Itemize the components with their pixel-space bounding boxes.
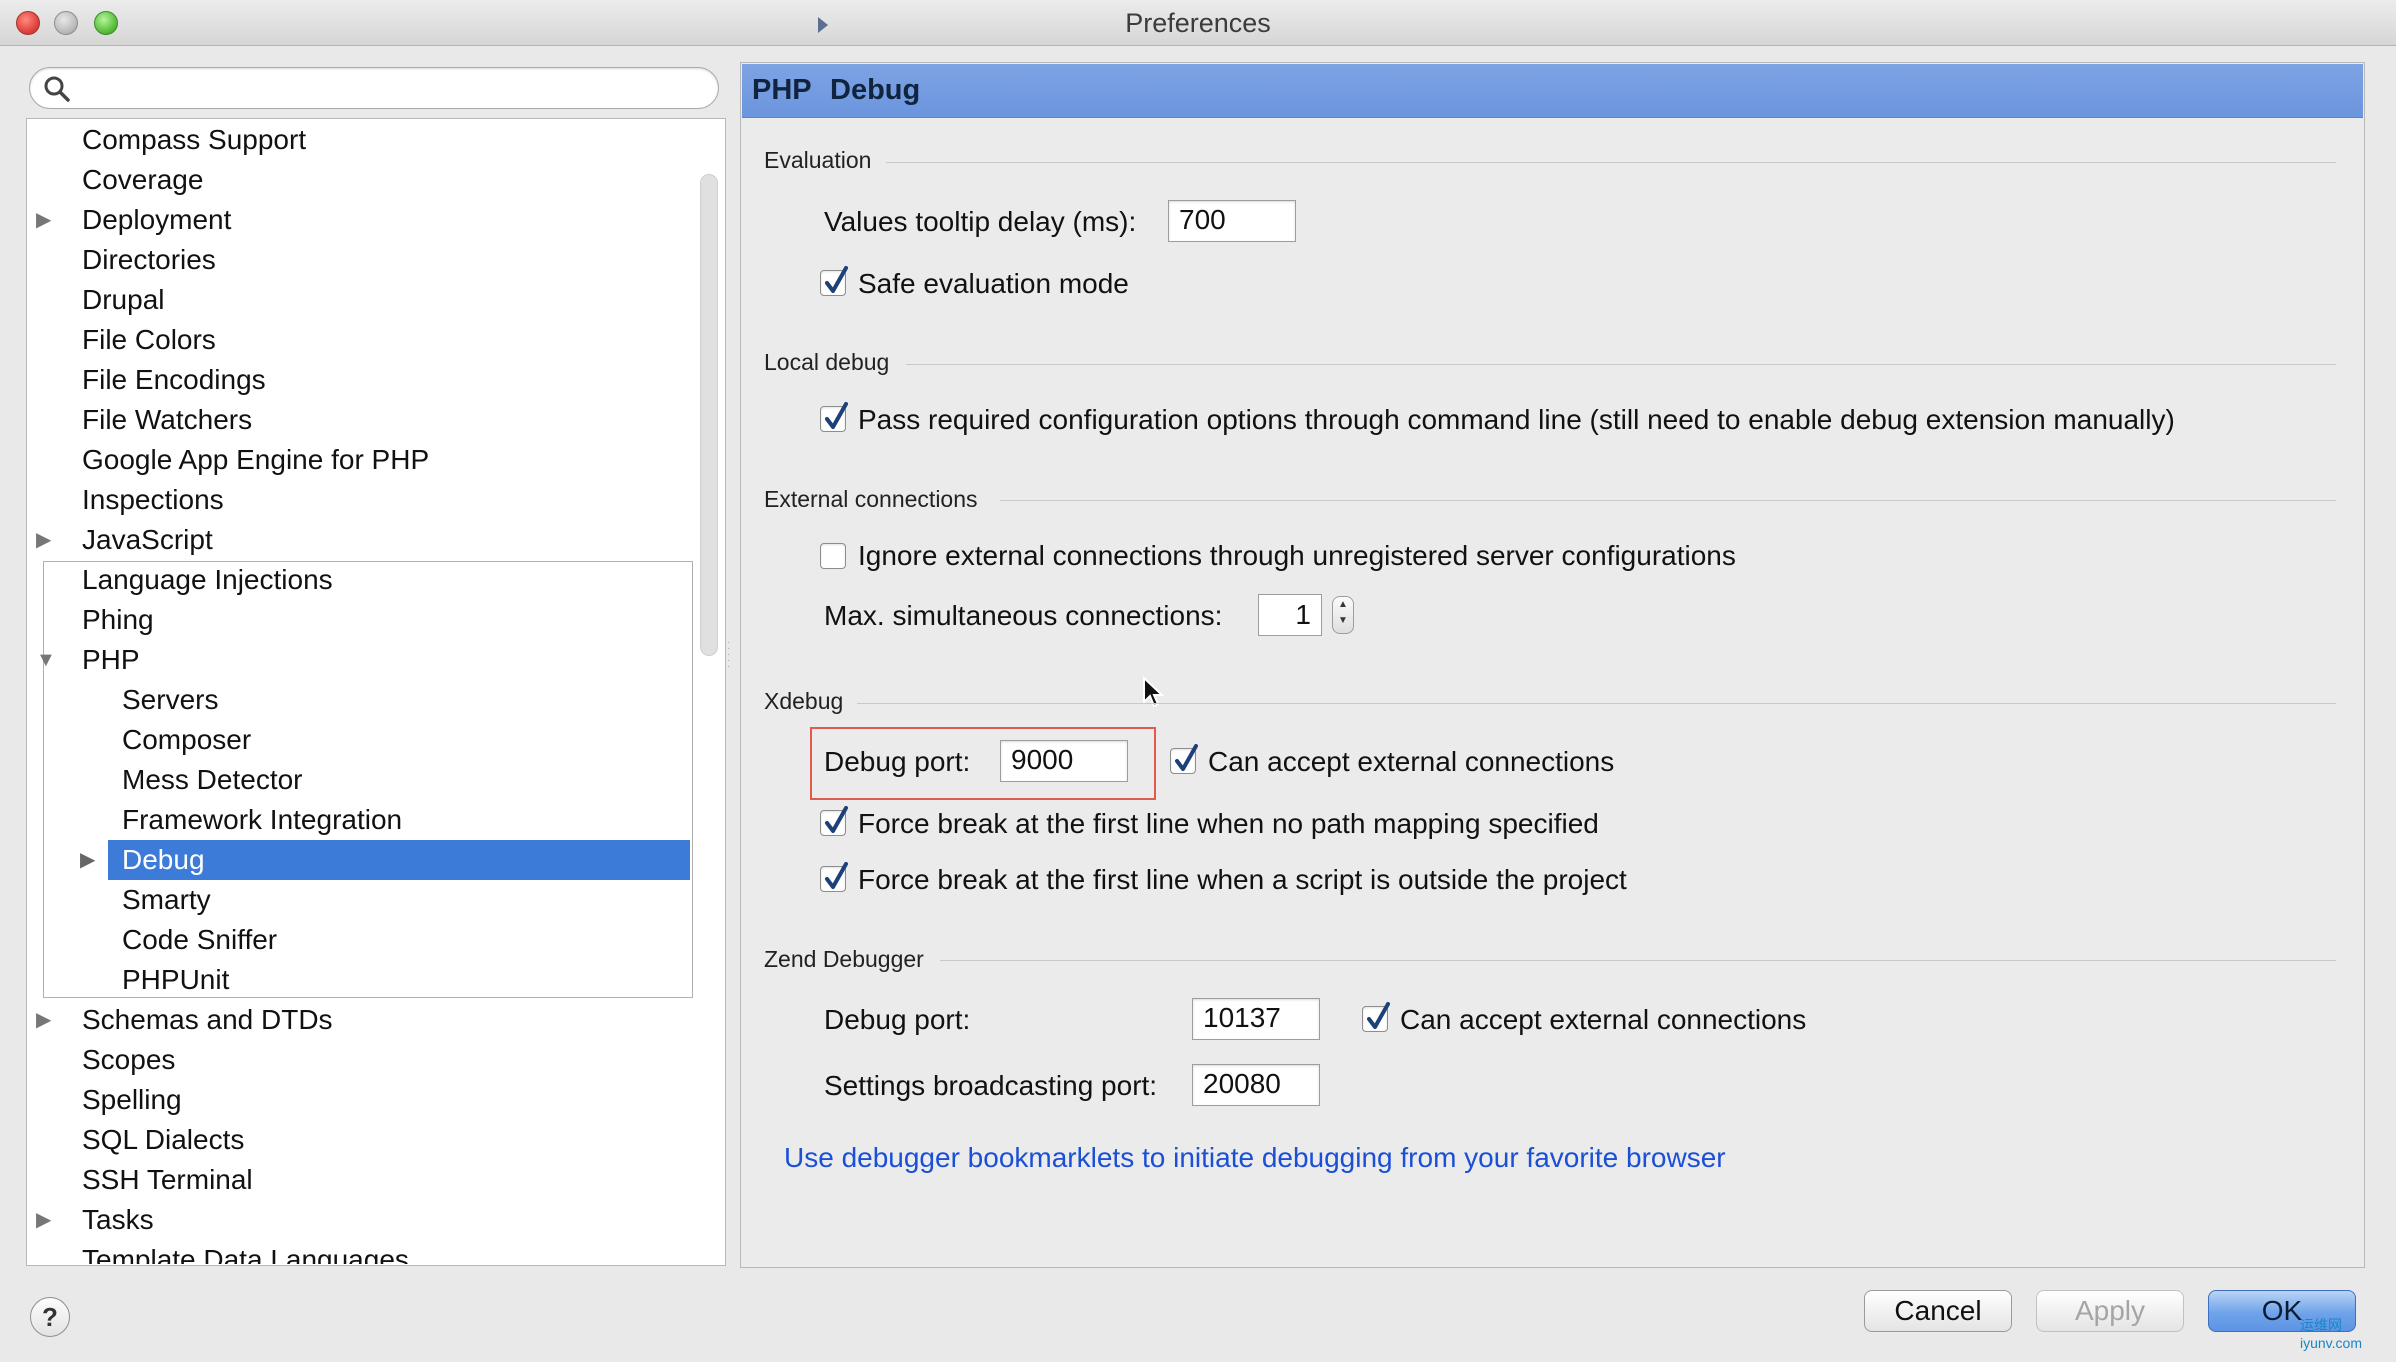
tree-item-servers[interactable]: Servers: [122, 680, 218, 720]
search-input[interactable]: [29, 67, 719, 109]
search-icon: [44, 76, 70, 102]
ignore-external-label: Ignore external connections through unre…: [858, 540, 1736, 571]
tree-item-schemas-dtds[interactable]: ▶ Schemas and DTDs: [36, 1000, 333, 1040]
tree-item-smarty[interactable]: Smarty: [122, 880, 211, 920]
section-divider: [1000, 500, 2336, 501]
title-bar: Preferences: [0, 0, 2396, 46]
broadcast-port-field[interactable]: 20080: [1192, 1064, 1320, 1106]
tree-item-javascript[interactable]: ▶ JavaScript: [36, 520, 213, 560]
ignore-external-checkbox[interactable]: [820, 543, 846, 569]
max-connections-label: Max. simultaneous connections:: [824, 600, 1223, 631]
section-title-external-connections: External connections: [764, 486, 992, 513]
tree-item-phing[interactable]: Phing: [82, 600, 154, 640]
expand-arrow-icon[interactable]: ▶: [36, 1000, 51, 1040]
pass-options-checkbox[interactable]: [820, 402, 848, 432]
section-title-xdebug: Xdebug: [764, 688, 858, 715]
force-break-no-mapping-label: Force break at the first line when no pa…: [858, 808, 1599, 839]
xdebug-port-field[interactable]: 9000: [1000, 740, 1128, 782]
tree-item-php[interactable]: ▼ PHP: [36, 640, 140, 680]
xdebug-accept-external-checkbox[interactable]: [1170, 744, 1198, 774]
tree-item-phpunit[interactable]: PHPUnit: [122, 960, 229, 1000]
checkmark-icon: [1367, 1002, 1390, 1029]
tree-item-file-encodings[interactable]: File Encodings: [82, 360, 266, 400]
zend-port-label: Debug port:: [824, 1004, 971, 1035]
tree-item-compass-support[interactable]: Compass Support: [82, 120, 306, 160]
watermark-cn: 运维网: [2300, 1317, 2342, 1333]
tree-item-scopes[interactable]: Scopes: [82, 1040, 175, 1080]
section-divider: [906, 364, 2336, 365]
mouse-cursor-icon: [1143, 676, 1164, 708]
checkmark-icon: [825, 862, 848, 889]
expand-arrow-icon[interactable]: ▶: [36, 520, 51, 560]
safe-mode-label: Safe evaluation mode: [858, 268, 1129, 299]
tree-item-language-injections[interactable]: Language Injections: [82, 560, 333, 600]
section-title-evaluation: Evaluation: [764, 147, 886, 174]
expand-arrow-icon[interactable]: ▶: [36, 200, 51, 240]
tree-item-sql-dialects[interactable]: SQL Dialects: [82, 1120, 244, 1160]
apply-button[interactable]: Apply: [2036, 1290, 2184, 1332]
expand-arrow-icon[interactable]: ▶: [80, 840, 95, 880]
tree-item-file-colors[interactable]: File Colors: [82, 320, 216, 360]
section-divider: [940, 960, 2336, 961]
tree-item-drupal[interactable]: Drupal: [82, 280, 164, 320]
breadcrumb-parent[interactable]: PHP: [752, 74, 812, 107]
tooltip-delay-label: Values tooltip delay (ms):: [824, 206, 1137, 237]
expand-arrow-icon[interactable]: ▶: [36, 1200, 51, 1240]
checkmark-icon: [825, 402, 848, 429]
tree-item-mess-detector[interactable]: Mess Detector: [122, 760, 303, 800]
section-title-local-debug: Local debug: [764, 349, 904, 376]
checkmark-icon: [825, 266, 848, 293]
safe-mode-checkbox[interactable]: [820, 266, 848, 296]
broadcast-port-label: Settings broadcasting port:: [824, 1070, 1158, 1101]
force-break-outside-checkbox[interactable]: [820, 862, 848, 892]
tree-item-framework-integration[interactable]: Framework Integration: [122, 800, 402, 840]
tooltip-delay-field[interactable]: 700: [1168, 200, 1296, 242]
zend-accept-external-label: Can accept external connections: [1400, 1004, 1807, 1035]
cancel-button[interactable]: Cancel: [1864, 1290, 2012, 1332]
tree-scrollbar[interactable]: [700, 174, 718, 656]
collapse-arrow-icon[interactable]: ▼: [36, 640, 56, 680]
section-title-zend-debugger: Zend Debugger: [764, 946, 938, 973]
watermark-logo: 运维网 iyunv.com: [2300, 1315, 2362, 1351]
tree-item-ssh-terminal[interactable]: SSH Terminal: [82, 1160, 253, 1200]
splitter-handle[interactable]: · · · · ·: [727, 638, 735, 680]
xdebug-port-label: Debug port:: [824, 746, 971, 777]
tree-item-google-app-engine[interactable]: Google App Engine for PHP: [82, 440, 429, 480]
tree-item-composer[interactable]: Composer: [122, 720, 251, 760]
tree-item-directories[interactable]: Directories: [82, 240, 216, 280]
section-divider: [886, 162, 2336, 163]
max-connections-stepper[interactable]: ▲ ▼: [1332, 596, 1354, 634]
zend-port-field[interactable]: 10137: [1192, 998, 1320, 1040]
tree-item-coverage[interactable]: Coverage: [82, 160, 203, 200]
window-title: Preferences: [1125, 8, 1271, 38]
max-connections-field[interactable]: 1: [1258, 594, 1322, 636]
tree-item-spelling[interactable]: Spelling: [82, 1080, 182, 1120]
watermark-url: iyunv.com: [2300, 1335, 2362, 1351]
checkmark-icon: [1175, 744, 1198, 771]
force-break-outside-label: Force break at the first line when a scr…: [858, 864, 1627, 895]
tree-item-deployment[interactable]: ▶ Deployment: [36, 200, 231, 240]
tree-item-debug[interactable]: ▶ Debug: [80, 840, 205, 880]
tree-item-template-data-languages[interactable]: Template Data Languages: [82, 1240, 409, 1264]
tree-item-tasks[interactable]: ▶ Tasks: [36, 1200, 154, 1240]
tree-item-inspections[interactable]: Inspections: [82, 480, 224, 520]
bookmarklets-link[interactable]: Use debugger bookmarklets to initiate de…: [784, 1142, 1726, 1174]
tree-item-code-sniffer[interactable]: Code Sniffer: [122, 920, 277, 960]
breadcrumb-separator-icon: [818, 17, 828, 33]
xdebug-accept-external-label: Can accept external connections: [1208, 746, 1615, 777]
checkmark-icon: [825, 806, 848, 833]
breadcrumb: PHP Debug: [742, 64, 2363, 118]
pass-options-label: Pass required configuration options thro…: [858, 404, 2175, 435]
zend-accept-external-checkbox[interactable]: [1362, 1002, 1390, 1032]
tree-item-file-watchers[interactable]: File Watchers: [82, 400, 252, 440]
section-divider: [852, 703, 2336, 704]
force-break-no-mapping-checkbox[interactable]: [820, 806, 848, 836]
help-button[interactable]: ?: [30, 1297, 70, 1337]
breadcrumb-current: Debug: [830, 74, 921, 106]
